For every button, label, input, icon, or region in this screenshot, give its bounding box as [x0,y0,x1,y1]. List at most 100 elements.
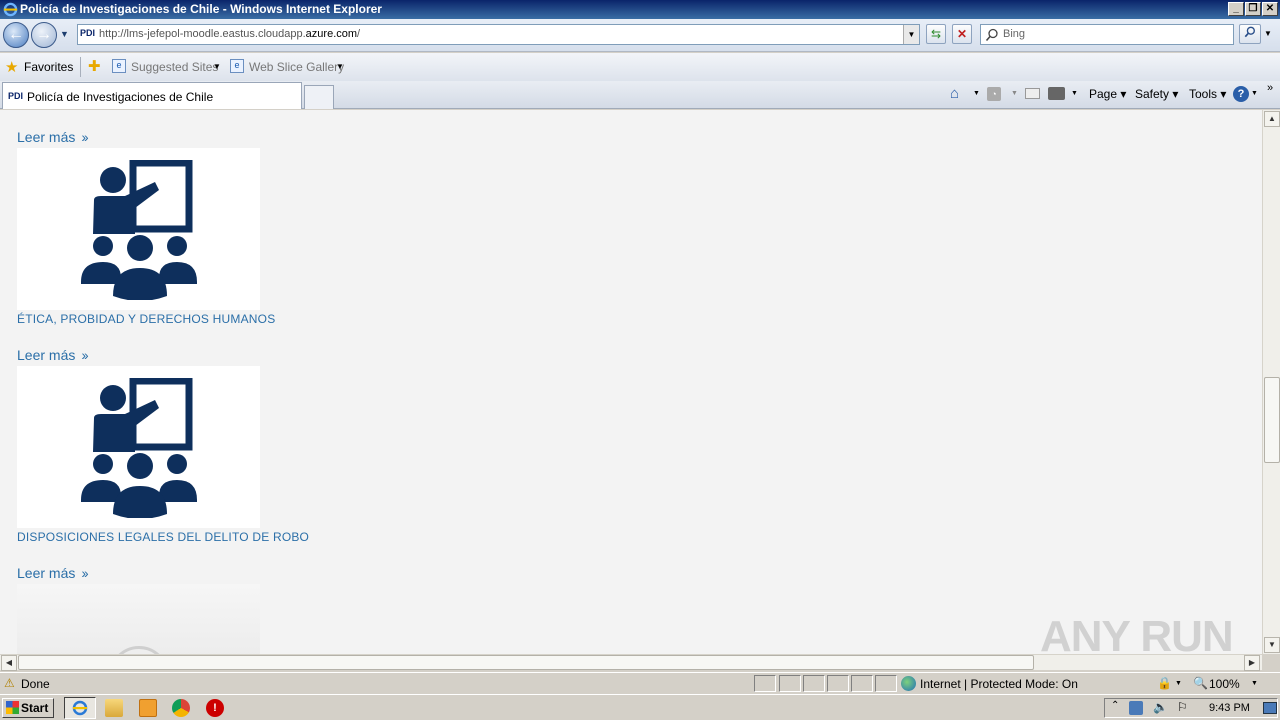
course-image[interactable] [17,584,260,654]
home-dropdown-icon[interactable]: ▼ [973,90,980,97]
tab-active[interactable]: PDI Policía de Investigaciones de Chile [2,82,302,109]
course-title-link[interactable]: DISPOSICIONES LEGALES DEL DELITO DE ROBO [17,530,309,544]
safety-menu[interactable]: Safety ▾ [1135,87,1178,101]
help-icon[interactable]: ? [1233,86,1249,102]
search-icon [985,28,998,42]
security-zone-text[interactable]: Internet | Protected Mode: On [920,677,1078,691]
double-chevron-icon: ›› [81,565,88,581]
antivirus-icon[interactable]: ! [206,699,224,717]
feeds-icon[interactable]: ◔ [987,87,1001,101]
status-pane [827,675,849,692]
warning-icon: ⚠ [4,676,15,690]
more-commands-icon[interactable]: » [1267,82,1273,94]
stop-button[interactable]: ✕ [952,24,972,44]
add-to-favorites-icon[interactable]: ✚ [88,57,101,75]
print-icon[interactable] [1048,87,1065,100]
status-pane [803,675,825,692]
refresh-button[interactable]: ⇆ [926,24,946,44]
course-image[interactable] [17,148,260,310]
horizontal-scrollbar[interactable]: ◀ ▶ [0,654,1262,671]
tools-menu[interactable]: Tools ▾ [1189,87,1226,101]
status-pane [875,675,897,692]
magnifier-icon [1244,26,1255,38]
web-slice-dropdown-icon[interactable]: ▼ [336,62,344,71]
window-title: Policía de Investigaciones de Chile - Wi… [20,2,382,16]
web-slice-gallery-link[interactable]: Web Slice Gallery [249,60,344,74]
scroll-right-icon[interactable]: ▶ [1244,655,1260,671]
url-text: http://lms-jefepol-moodle.eastus.cloudap… [99,28,361,40]
tab-and-command-bar: PDI Policía de Investigaciones de Chile … [0,81,1280,109]
zoom-dropdown-icon[interactable]: ▼ [1251,680,1258,687]
course-image[interactable] [17,366,260,528]
suggested-sites-icon: e [112,59,126,73]
system-tray: ⌃ 🔈 ⚐ 9:43 PM [1104,698,1278,718]
page-menu[interactable]: Page ▾ [1089,87,1126,101]
address-field[interactable]: PDI http://lms-jefepol-moodle.eastus.clo… [77,24,920,45]
home-icon[interactable]: ⌂ [950,85,959,102]
restore-button[interactable]: ❐ [1245,2,1261,16]
network-icon[interactable] [1129,701,1143,715]
protected-mode-dropdown-icon[interactable]: ▼ [1175,680,1182,687]
vertical-scrollbar[interactable]: ▲ ▼ [1262,110,1280,654]
internet-explorer-icon [3,2,18,17]
favorites-star-icon: ★ [5,59,19,76]
file-explorer-icon[interactable] [105,699,123,717]
course-image-placeholder [109,646,169,654]
navigation-bar: ← → ▼ PDI http://lms-jefepol-moodle.east… [0,19,1280,52]
zoom-icon: 🔍 [1193,676,1208,690]
clock-time[interactable]: 9:43 PM [1209,702,1250,714]
zoom-level[interactable]: 100% [1209,677,1240,691]
window-title-bar: Policía de Investigaciones de Chile - Wi… [0,0,1280,19]
read-more-link[interactable]: Leer más ›› [17,565,89,581]
vertical-scroll-thumb[interactable] [1264,377,1280,463]
print-dropdown-icon[interactable]: ▼ [1071,90,1078,97]
chrome-icon[interactable] [172,699,190,717]
status-bar: ⚠ Done Internet | Protected Mode: On 🔒 ▼… [0,672,1280,694]
close-button[interactable]: ✕ [1262,2,1278,16]
start-button[interactable]: Start [2,698,54,718]
internet-explorer-icon [72,700,88,716]
search-input[interactable]: Bing [980,24,1234,45]
show-desktop-icon[interactable] [1263,702,1277,714]
tab-title: Policía de Investigaciones de Chile [27,90,214,104]
protected-mode-icon[interactable]: 🔒 [1157,676,1172,690]
internet-zone-icon [901,676,916,691]
double-chevron-icon: ›› [81,129,88,145]
scroll-up-icon[interactable]: ▲ [1264,111,1280,127]
windows-logo-icon [6,701,19,714]
search-options-dropdown-icon[interactable]: ▼ [1264,29,1272,38]
recent-pages-dropdown-icon[interactable]: ▼ [60,29,69,39]
scroll-down-icon[interactable]: ▼ [1264,637,1280,653]
read-more-link[interactable]: Leer más ›› [17,347,89,363]
action-center-flag-icon[interactable]: ⚐ [1177,700,1188,714]
read-mail-icon[interactable] [1025,88,1040,99]
read-more-link[interactable]: Leer más ›› [17,129,89,145]
media-player-icon[interactable] [139,699,157,717]
status-pane [754,675,776,692]
suggested-sites-dropdown-icon[interactable]: ▼ [213,62,221,71]
course-title-link[interactable]: ÉTICA, PROBIDAD Y DERECHOS HUMANOS [17,312,275,326]
horizontal-scroll-thumb[interactable] [18,655,1034,670]
status-pane [779,675,801,692]
address-dropdown-icon[interactable]: ▼ [903,25,919,44]
divider [80,57,81,77]
status-text: Done [21,677,50,691]
scroll-left-icon[interactable]: ◀ [1,655,17,671]
site-favicon: PDI [80,28,96,38]
new-tab-button[interactable] [304,85,334,109]
tray-expand-icon[interactable]: ⌃ [1111,700,1119,711]
volume-icon[interactable]: 🔈 [1153,700,1168,714]
search-placeholder: Bing [1003,28,1026,40]
suggested-sites-link[interactable]: Suggested Sites [131,60,218,74]
web-slice-icon: e [230,59,244,73]
search-button[interactable] [1239,24,1261,44]
minimize-button[interactable]: _ [1228,2,1244,16]
taskbar: Start ! ⌃ 🔈 ⚐ 9:43 PM [0,694,1280,720]
scrollbar-corner [1262,654,1280,670]
back-button[interactable]: ← [3,22,29,48]
favorites-button[interactable]: Favorites [24,60,73,74]
forward-button[interactable]: → [31,22,57,48]
feeds-dropdown-icon[interactable]: ▼ [1011,90,1018,97]
taskbar-ie-button[interactable] [64,697,96,719]
help-dropdown-icon[interactable]: ▼ [1251,90,1258,97]
